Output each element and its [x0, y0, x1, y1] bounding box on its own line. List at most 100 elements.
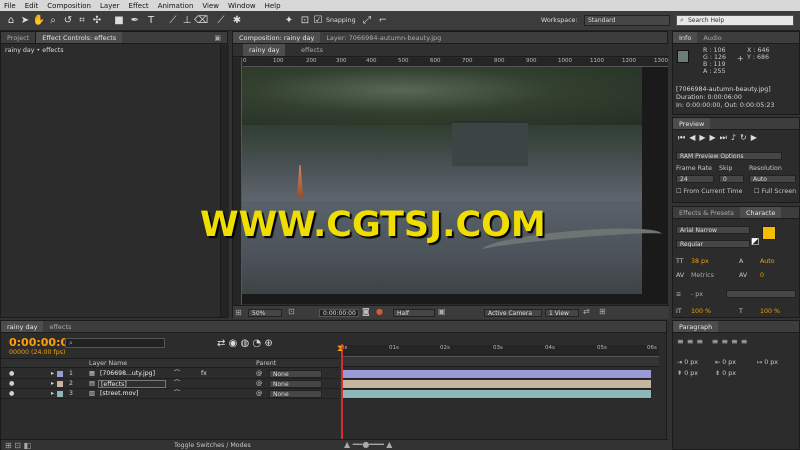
- current-time-indicator[interactable]: [341, 344, 343, 440]
- snapshot-icon[interactable]: ◙: [362, 307, 370, 316]
- axis-mode-icon[interactable]: ✦: [282, 14, 296, 28]
- clone-stamp-icon[interactable]: ⊥: [180, 14, 194, 28]
- tab-effects-comp[interactable]: effects: [43, 321, 77, 332]
- parent-pickwhip-icon[interactable]: @: [256, 369, 262, 379]
- world-axis-icon[interactable]: ⊡: [298, 14, 312, 28]
- label-color[interactable]: [57, 381, 63, 387]
- snap-edge-icon[interactable]: ⌐: [376, 14, 390, 28]
- color-channel-icon[interactable]: ●: [376, 307, 383, 316]
- expand-icon[interactable]: ▸: [51, 389, 54, 399]
- selection-tool-icon[interactable]: ➤: [18, 14, 32, 28]
- pan-behind-tool-icon[interactable]: ✣: [90, 14, 104, 28]
- tab-composition[interactable]: Composition: rainy day: [233, 32, 321, 43]
- parent-select[interactable]: None: [269, 370, 322, 378]
- parent-pickwhip-icon[interactable]: @: [256, 389, 262, 399]
- camera-tool-icon[interactable]: ⌗: [75, 14, 89, 28]
- shape-tool-icon[interactable]: ■: [112, 14, 126, 28]
- zoom-tool-icon[interactable]: ⌕: [46, 14, 60, 28]
- first-line-indent-value[interactable]: ↦ 0 px: [757, 359, 778, 366]
- rotate-tool-icon[interactable]: ↺: [61, 14, 75, 28]
- subtab-rainy-day[interactable]: rainy day: [243, 44, 286, 56]
- resolution-select[interactable]: Auto: [749, 175, 796, 183]
- close-icon[interactable]: ▣: [214, 34, 221, 42]
- horizontal-scale-value[interactable]: 100 %: [760, 308, 780, 315]
- toggle-switches-modes[interactable]: Toggle Switches / Modes: [174, 442, 251, 449]
- full-screen-checkbox[interactable]: ☐ Full Screen: [754, 188, 796, 195]
- kerning-value[interactable]: Metrics: [691, 272, 714, 279]
- frame-rate-select[interactable]: 24: [676, 175, 714, 183]
- motion-blur-icon[interactable]: ◔: [252, 338, 261, 349]
- space-before-value[interactable]: ⇞ 0 px: [677, 370, 698, 377]
- shy-icon[interactable]: ⌒: [174, 379, 180, 389]
- visibility-icon[interactable]: ●: [9, 369, 14, 379]
- current-time-field[interactable]: 0:00:00:00: [319, 309, 359, 317]
- tab-info[interactable]: Info: [673, 32, 698, 43]
- zoom-select[interactable]: 50%: [248, 309, 282, 317]
- shy-icon[interactable]: ⌒: [174, 389, 180, 399]
- swap-color-icon[interactable]: ◩: [751, 237, 761, 247]
- live-update-icon[interactable]: ◉: [229, 338, 238, 349]
- audio-icon[interactable]: ♪: [731, 133, 736, 142]
- leading-value[interactable]: Auto: [760, 258, 775, 265]
- tab-layer[interactable]: Layer: 7066984-autumn-beauty.jpg: [320, 32, 447, 43]
- shy-icon[interactable]: ⌒: [174, 369, 180, 379]
- prev-frame-icon[interactable]: ◀: [689, 133, 695, 142]
- menu-file[interactable]: File: [4, 2, 16, 10]
- loop-icon[interactable]: ↻: [740, 133, 747, 142]
- label-color[interactable]: [57, 391, 63, 397]
- label-color[interactable]: [57, 371, 63, 377]
- indent-right-value[interactable]: ⇤ 0 px: [715, 359, 736, 366]
- work-area-bar[interactable]: [341, 357, 659, 367]
- tab-project[interactable]: Project: [1, 32, 35, 43]
- graph-editor-icon[interactable]: ⊕: [264, 338, 272, 349]
- subtab-effects[interactable]: effects: [295, 44, 329, 56]
- visibility-icon[interactable]: ●: [9, 379, 14, 389]
- skip-select[interactable]: 0: [719, 175, 744, 183]
- menu-layer[interactable]: Layer: [100, 2, 120, 10]
- eraser-icon[interactable]: ⌫: [194, 14, 208, 28]
- layer-name[interactable]: [effects]: [98, 380, 166, 388]
- mini-flowchart-icon[interactable]: ⇄: [217, 338, 225, 349]
- tab-preview[interactable]: Preview: [673, 118, 711, 129]
- font-size-value[interactable]: 38 px: [691, 258, 709, 265]
- play-icon[interactable]: ▶: [699, 133, 705, 142]
- stroke-width-value[interactable]: - px: [691, 291, 703, 298]
- workspace-select[interactable]: Standard: [584, 15, 670, 26]
- layer-2-bar[interactable]: [341, 379, 651, 389]
- layer-row-3[interactable]: ● ▸ 3 ▧ [street.mov] ⌒ @ None: [1, 389, 339, 399]
- space-after-value[interactable]: ⇟ 0 px: [715, 370, 736, 377]
- vertical-scale-value[interactable]: 100 %: [691, 308, 711, 315]
- brush-tool-icon[interactable]: ⟋: [166, 14, 180, 28]
- layer-name[interactable]: [street.mov]: [100, 389, 138, 399]
- fx-switch[interactable]: fx: [201, 369, 207, 379]
- tab-paragraph[interactable]: Paragraph: [673, 321, 719, 332]
- ram-preview-select[interactable]: RAM Preview Options: [676, 152, 782, 160]
- zoom-slider[interactable]: ▲ ━━●━━━ ▲: [344, 440, 392, 449]
- expand-icon[interactable]: ▸: [51, 379, 54, 389]
- safe-margins-icon[interactable]: ⊡: [288, 307, 295, 316]
- alignment-buttons[interactable]: ≡≡≡ ≡≡≡≡: [677, 337, 750, 346]
- tab-effects-presets[interactable]: Effects & Presets: [673, 207, 740, 218]
- hand-tool-icon[interactable]: ✋: [32, 14, 46, 28]
- snap-options-icon[interactable]: ⤢: [360, 14, 374, 28]
- fill-color-swatch[interactable]: [762, 226, 776, 240]
- menu-help[interactable]: Help: [265, 2, 281, 10]
- snapping-checkbox[interactable]: ☑: [314, 14, 323, 28]
- parent-select[interactable]: None: [269, 390, 322, 398]
- layer-row-2[interactable]: ● ▸ 2 ▤ [effects] ⌒ @ None: [1, 379, 339, 389]
- last-frame-icon[interactable]: ⏭: [720, 133, 727, 143]
- search-help-input[interactable]: Search Help: [676, 15, 794, 26]
- tab-character[interactable]: Characte: [739, 207, 782, 218]
- timeline-search-input[interactable]: [65, 338, 165, 348]
- visibility-icon[interactable]: ●: [9, 389, 14, 399]
- layer-name[interactable]: [706698...uty.jpg]: [100, 369, 155, 379]
- from-current-time-checkbox[interactable]: ☐ From Current Time: [676, 188, 742, 195]
- resolution-select[interactable]: Half: [393, 309, 435, 317]
- layer-row-1[interactable]: ● ▸ 1 ▦ [706698...uty.jpg] ⌒ fx @ None: [1, 369, 339, 379]
- font-style-select[interactable]: Regular: [676, 240, 750, 248]
- menu-effect[interactable]: Effect: [129, 2, 149, 10]
- stroke-style-select[interactable]: [726, 290, 796, 298]
- flowchart-icon[interactable]: ⇄: [583, 307, 590, 316]
- home-icon[interactable]: ⌂: [4, 14, 18, 28]
- tab-audio[interactable]: Audio: [697, 32, 727, 43]
